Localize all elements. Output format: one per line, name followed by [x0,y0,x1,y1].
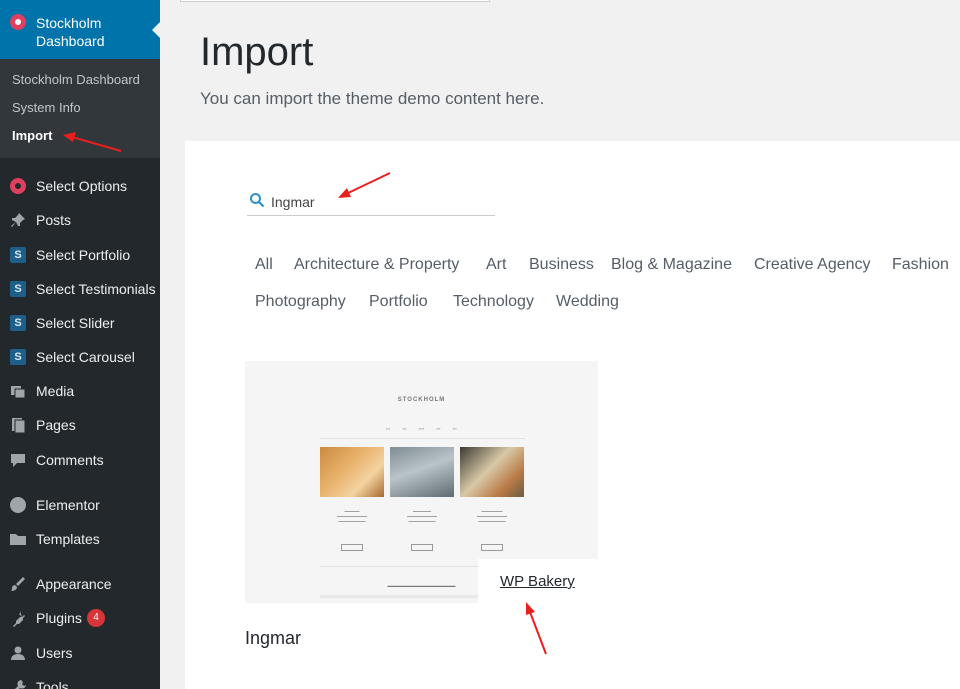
submenu-system-info[interactable]: System Info [12,100,81,115]
category-wedding[interactable]: Wedding [556,293,619,311]
submenu-import[interactable]: Import [12,128,52,143]
thumbnail-caption: ▬▬▬▬▬▬ ▬▬▬▬▬▬▬▬▬▬ ▬▬▬▬▬▬▬▬▬ [407,509,437,523]
s-icon: S [10,315,26,331]
search-input[interactable] [271,192,491,212]
sidebar-item-label: Elementor [36,497,100,513]
page-title: Import [200,30,314,74]
plugin-icon [9,609,27,627]
sidebar-item-select-options[interactable]: Select Options [0,171,160,201]
media-icon [9,382,27,400]
category-architecture-property[interactable]: Architecture & Property [294,256,459,274]
s-icon: S [10,349,26,365]
wp-bakery-link[interactable]: WP Bakery [500,573,575,590]
sidebar-item-label: Select Slider [36,315,115,331]
category-business[interactable]: Business [529,256,594,274]
sidebar-item-elementor[interactable]: Elementor [0,490,160,520]
thumbnail-logo: STOCKHOLM [397,397,446,403]
page-subtitle: You can import the theme demo content he… [200,89,545,108]
pages-icon [9,416,27,434]
category-art[interactable]: Art [486,256,506,274]
sidebar-item-select-portfolio[interactable]: S Select Portfolio [0,240,160,270]
sidebar-item-select-testimonials[interactable]: S Select Testimonials [0,274,160,304]
top-notice-box [180,0,490,2]
category-portfolio[interactable]: Portfolio [369,293,428,311]
s-icon: S [10,281,26,297]
thumbnail-caption: ▬▬▬▬▬ ▬▬▬▬▬▬▬▬▬▬ ▬▬▬▬▬▬▬▬▬ [337,509,367,523]
sidebar-item-label: Comments [36,452,104,468]
wrench-icon [9,678,27,689]
category-technology[interactable]: Technology [453,293,534,311]
admin-sidebar: Stockholm Dashboard Stockholm Dashboard … [0,0,160,689]
sidebar-item-pages[interactable]: Pages [0,410,160,440]
sidebar-item-stockholm-dashboard[interactable]: Stockholm Dashboard [0,0,160,59]
thumbnail-divider [320,438,525,439]
search-icon [249,192,265,208]
sidebar-item-label: Select Testimonials [36,281,156,297]
category-creative-agency[interactable]: Creative Agency [754,256,871,274]
sidebar-item-templates[interactable]: Templates [0,524,160,554]
sidebar-item-label: Select Carousel [36,349,135,365]
sidebar-item-label: Tools [36,679,69,689]
sidebar-item-label: Users [36,645,73,661]
thumbnail-photo-laptop [390,447,454,497]
sidebar-item-users[interactable]: Users [0,638,160,668]
category-blog-magazine[interactable]: Blog & Magazine [611,256,732,274]
elementor-icon [10,497,26,513]
sidebar-item-label: Plugins [36,610,82,626]
sidebar-item-appearance[interactable]: Appearance [0,569,160,599]
demo-name: Ingmar [245,628,302,648]
demo-search [247,188,495,216]
sidebar-item-select-slider[interactable]: S Select Slider [0,308,160,338]
sidebar-item-label: Stockholm Dashboard [36,15,105,49]
thumbnail-photo-laptop-hands [320,447,384,497]
sidebar-item-label: Select Options [36,178,128,194]
category-photography[interactable]: Photography [255,293,346,311]
users-icon [9,644,27,662]
thumbnail-caption: ▬▬▬▬▬▬▬ ▬▬▬▬▬▬▬▬▬▬ ▬▬▬▬▬▬▬▬▬ [477,509,507,523]
s-icon: S [10,247,26,263]
stockholm-icon [10,14,26,30]
sidebar-item-plugins[interactable]: Plugins 4 [0,603,160,633]
pin-icon [9,211,27,229]
active-caret [152,22,160,38]
thumbnail-button [341,544,363,551]
category-all[interactable]: All [255,256,273,274]
sidebar-item-label: Select Portfolio [36,247,131,263]
thumbnail-button [481,544,503,551]
sidebar-item-media[interactable]: Media [0,376,160,406]
sidebar-item-select-carousel[interactable]: S Select Carousel [0,342,160,372]
sidebar-item-label: Pages [36,417,76,433]
thumbnail-photo-desk [460,447,524,497]
category-fashion[interactable]: Fashion [892,256,949,274]
sidebar-item-posts[interactable]: Posts [0,205,160,235]
sidebar-item-label: Templates [36,531,100,547]
submenu-stockholm-dashboard[interactable]: Stockholm Dashboard [12,72,140,87]
thumbnail-button [411,544,433,551]
sidebar-submenu: Stockholm Dashboard System Info Import [0,59,160,158]
thumbnail-nav: ▪▪▪ ▪▪▪ ▪▪▪▪ ▪▪▪ ▪▪▪ [386,426,457,431]
sidebar-item-comments[interactable]: Comments [0,445,160,475]
select-options-icon [10,178,26,194]
sidebar-item-label: Appearance [36,576,112,592]
sidebar-item-label: Posts [36,212,72,228]
sidebar-item-label: Media [36,383,75,399]
folder-icon [9,530,27,548]
brush-icon [9,575,27,593]
comment-icon [9,451,27,469]
sidebar-item-tools[interactable]: Tools [0,672,160,689]
update-count-badge: 4 [87,609,105,627]
